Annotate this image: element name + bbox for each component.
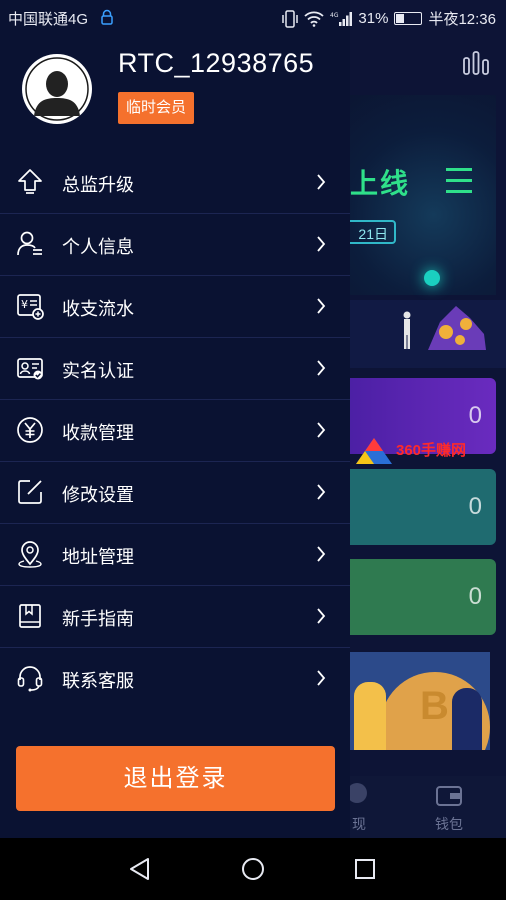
ledger-icon: ¥ [17, 294, 44, 320]
banner-glow [424, 270, 440, 286]
chevron-right-icon [317, 236, 326, 252]
chevron-right-icon [317, 360, 326, 376]
banner-lines [446, 168, 472, 201]
bitcoin-illustration[interactable]: B [340, 652, 490, 750]
battery-percent: 31% [358, 10, 389, 27]
svg-text:¥: ¥ [21, 298, 28, 311]
card-value: 0 [468, 493, 482, 520]
location-pin-icon [18, 541, 42, 568]
yuan-coin-icon [17, 417, 43, 443]
wifi-icon [304, 11, 325, 27]
member-badge: 临时会员 [118, 92, 195, 124]
clock: 半夜12:36 [428, 11, 496, 28]
menu-item-settings[interactable]: 修改设置 [0, 462, 350, 524]
chevron-right-icon [317, 608, 326, 624]
menu-item-label: 联系客服 [62, 671, 134, 691]
carrier-label: 中国联通4G [8, 11, 89, 28]
battery-icon [394, 12, 423, 25]
wallet-tab-icon[interactable] [436, 786, 462, 806]
crystal-rocks-icon [428, 306, 486, 350]
chevron-right-icon [317, 174, 326, 190]
upgrade-bulb-icon [18, 169, 42, 194]
tab-withdraw[interactable]: 现 [352, 814, 366, 834]
menu-item-address[interactable]: 地址管理 [0, 524, 350, 586]
side-drawer: RTC_12938765 临时会员 总监升级 个人信息 ¥ 收支流水 实名认证 … [0, 0, 350, 838]
menu-item-label: 新手指南 [62, 609, 134, 629]
headset-icon [17, 666, 43, 692]
menu-item-label: 总监升级 [62, 175, 134, 195]
back-icon[interactable] [126, 854, 156, 884]
default-avatar-icon [24, 56, 90, 122]
system-nav-bar [0, 838, 506, 900]
lock-icon [101, 9, 113, 25]
chevron-right-icon [317, 298, 326, 314]
menu-item-label: 收支流水 [62, 299, 134, 319]
recents-icon[interactable] [350, 854, 380, 884]
menu-item-profile[interactable]: 个人信息 [0, 214, 350, 276]
chevron-right-icon [317, 546, 326, 562]
menu-item-label: 个人信息 [62, 237, 134, 257]
menu-item-label: 地址管理 [62, 547, 134, 567]
card-value: 0 [468, 583, 482, 610]
menu-item-payment[interactable]: 收款管理 [0, 400, 350, 462]
chevron-right-icon [317, 422, 326, 438]
logout-button[interactable]: 退出登录 [16, 746, 335, 811]
user-info-icon [17, 231, 42, 256]
asset-card[interactable]: 0 [340, 469, 496, 545]
status-icons: 4G 31% 半夜12:36 [282, 8, 496, 29]
miner-figure-icon [403, 311, 411, 349]
menu-item-guide[interactable]: 新手指南 [0, 586, 350, 648]
menu-item-label: 实名认证 [62, 361, 134, 381]
banner-text: 上线 [350, 168, 411, 199]
watermark-logo-icon [356, 438, 392, 464]
username: RTC_12938765 [118, 48, 315, 78]
banner-date: 21日 [344, 220, 396, 244]
asset-card[interactable]: 0 [340, 559, 496, 635]
watermark-text: 360手赚网 [396, 442, 467, 459]
card-value: 0 [468, 402, 482, 429]
avatar[interactable] [22, 54, 92, 124]
drawer-menu: 总监升级 个人信息 ¥ 收支流水 实名认证 收款管理 修改设置 地址管理 新手指… [0, 152, 350, 709]
guide-book-icon [19, 604, 41, 628]
stats-chart-icon[interactable] [462, 50, 490, 76]
svg-text:4G: 4G [330, 12, 339, 19]
chevron-right-icon [317, 670, 326, 686]
home-icon[interactable] [238, 854, 268, 884]
vibrate-icon [282, 9, 299, 28]
bottom-tab-bar: 现 钱包 [340, 776, 506, 838]
chevron-right-icon [317, 484, 326, 500]
menu-item-support[interactable]: 联系客服 [0, 648, 350, 709]
menu-item-upgrade[interactable]: 总监升级 [0, 152, 350, 214]
tab-wallet[interactable]: 钱包 [435, 814, 463, 834]
id-card-icon [17, 358, 43, 380]
menu-item-ledger[interactable]: ¥ 收支流水 [0, 276, 350, 338]
edit-icon [18, 480, 42, 504]
menu-item-label: 修改设置 [62, 485, 134, 505]
signal-icon: 4G [330, 11, 353, 26]
menu-item-verification[interactable]: 实名认证 [0, 338, 350, 400]
menu-item-label: 收款管理 [62, 423, 134, 443]
status-bar: 中国联通4G 4G 31% 半夜12:36 [0, 0, 506, 34]
